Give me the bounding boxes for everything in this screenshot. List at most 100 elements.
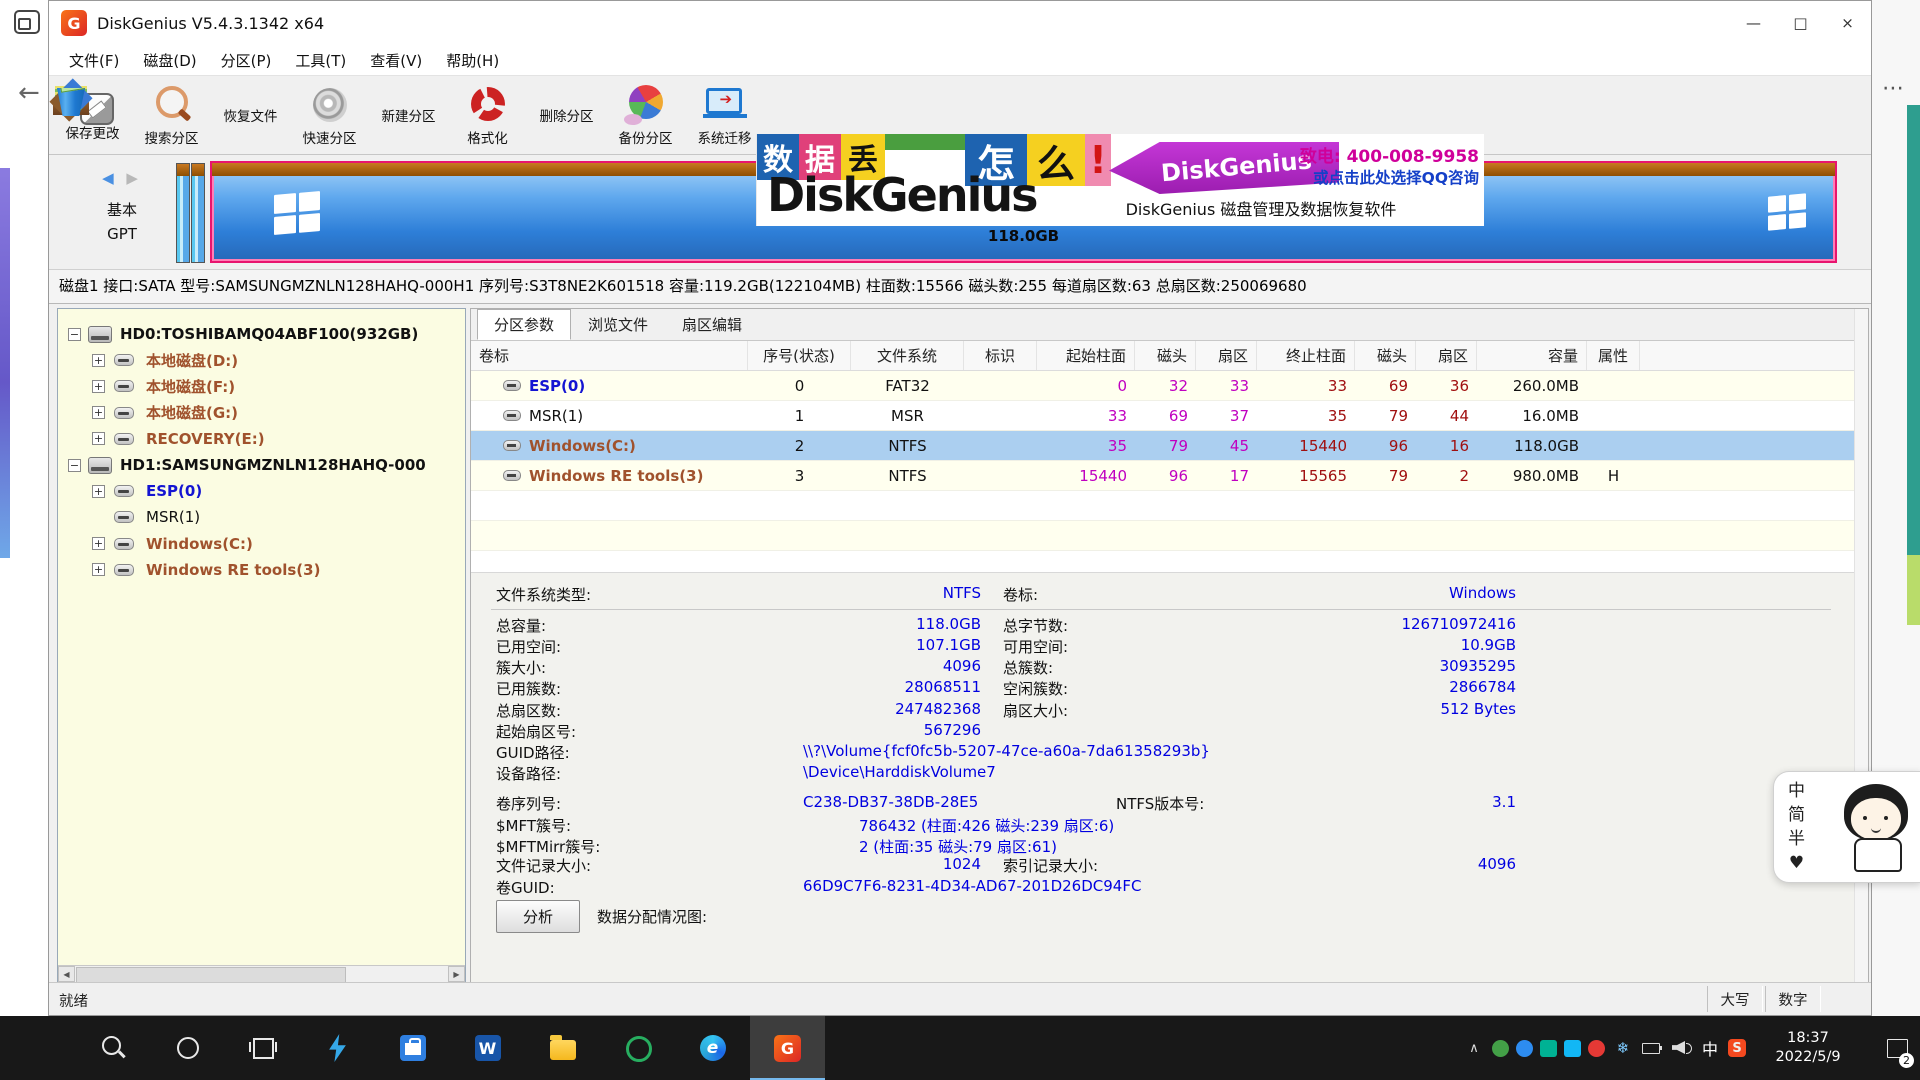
input-mode-icon[interactable]: 中 [1699,1037,1721,1059]
tree-item-HD1:SAMSUNGMZNLN128HAHQ-000[interactable]: −HD1:SAMSUNGMZNLN128HAHQ-000 [58,452,465,478]
toolbar-button-recover[interactable]: 恢复文件 [211,76,290,154]
tray-qq-icon[interactable] [1564,1040,1581,1057]
menu-item-1[interactable]: 磁盘(D) [131,47,208,74]
expand-icon[interactable]: + [92,432,105,445]
tree-item-HD0:TOSHIBAMQ04ABF100(932GB)[interactable]: −HD0:TOSHIBAMQ04ABF100(932GB) [58,321,465,347]
tray-snowflake-icon[interactable]: ❄ [1612,1037,1634,1059]
hidden-icons-chevron-icon[interactable]: ∧ [1463,1037,1485,1059]
toolbar-button-backup[interactable]: 备份分区 [606,76,685,154]
tab-扇区编辑[interactable]: 扇区编辑 [665,309,759,340]
minimize-button[interactable]: — [1730,1,1777,45]
ad-banner[interactable]: 数据丢怎么! DiskGenius DiskGenius 致电: 400-008… [756,134,1484,226]
column-header-扇区[interactable]: 扇区 [1416,341,1477,370]
tree-item-ESP(0)[interactable]: +ESP(0) [58,478,465,504]
partition-bar-esp[interactable] [176,163,190,263]
toolbar-button-migrate[interactable]: 系统迁移 [685,76,764,154]
notification-badge: 2 [1899,1053,1914,1068]
collapse-icon[interactable]: − [68,328,81,341]
window-restore-icon[interactable] [14,10,40,34]
taskbar-diskgenius[interactable]: G [750,1016,825,1080]
close-button[interactable]: × [1824,1,1871,45]
tray-green-icon[interactable] [1492,1040,1509,1057]
column-header-磁头[interactable]: 磁头 [1355,341,1416,370]
menu-item-0[interactable]: 文件(F) [57,47,131,74]
tree-horizontal-scrollbar[interactable]: ◀ ▶ [58,965,465,982]
menu-item-5[interactable]: 帮助(H) [434,47,511,74]
cell: NTFS [851,461,964,490]
tree-item-本地磁盘(F:)[interactable]: +本地磁盘(F:) [58,373,465,399]
scrollbar-thumb[interactable] [76,967,346,983]
disk-info-line: 磁盘1 接口:SATA 型号:SAMSUNGMZNLN128HAHQ-000H1… [49,270,1871,304]
scroll-right-icon[interactable]: ▶ [448,966,465,982]
disk-next-icon[interactable]: ▶ [126,169,142,187]
taskbar-file-explorer[interactable] [525,1016,600,1080]
column-header-文件系统[interactable]: 文件系统 [851,341,964,370]
taskbar-clock[interactable]: 18:37 2022/5/9 [1756,1029,1860,1067]
menu-item-2[interactable]: 分区(P) [209,47,284,74]
table-row-ESP(0)[interactable]: ESP(0)0FAT3203233336936260.0MB [471,371,1868,401]
column-header-标识[interactable]: 标识 [964,341,1037,370]
expand-icon[interactable]: + [92,354,105,367]
back-arrow-icon[interactable]: ← [18,78,40,108]
taskbar-edge[interactable]: e [675,1016,750,1080]
expand-icon[interactable]: + [92,380,105,393]
maximize-button[interactable]: □ [1777,1,1824,45]
analyze-button[interactable]: 分析 [496,900,580,933]
column-header-终止柱面[interactable]: 终止柱面 [1257,341,1355,370]
taskbar-word[interactable]: W [450,1016,525,1080]
tree-item-Windows(C:)[interactable]: +Windows(C:) [58,531,465,557]
table-row-Windows RE tools(3)[interactable]: Windows RE tools(3)3NTFS1544096171556579… [471,461,1868,491]
ad-qq-link[interactable]: 或点击此处选择QQ咨询 [1257,166,1479,188]
column-header-容量[interactable]: 容量 [1477,341,1587,370]
menu-item-4[interactable]: 查看(V) [358,47,434,74]
toolbar-button-search[interactable]: 搜索分区 [132,76,211,154]
tab-浏览文件[interactable]: 浏览文件 [571,309,665,340]
menu-item-3[interactable]: 工具(T) [283,47,358,74]
collapse-icon[interactable]: − [68,459,81,472]
battery-icon[interactable] [1641,1037,1663,1059]
tree-item-MSR(1)[interactable]: MSR(1) [58,504,465,530]
expand-icon[interactable]: + [92,485,105,498]
tree-item-本地磁盘(G:)[interactable]: +本地磁盘(G:) [58,400,465,426]
column-header-起始柱面[interactable]: 起始柱面 [1037,341,1135,370]
toolbar-button-quick[interactable]: 快速分区 [290,76,369,154]
tree-item-RECOVERY(E:)[interactable]: +RECOVERY(E:) [58,426,465,452]
partition-bar-msr[interactable] [191,163,205,263]
more-options-icon[interactable]: ⋯ [1882,76,1905,101]
tab-bar: 分区参数浏览文件扇区编辑 [471,309,1868,341]
table-row-Windows(C:)[interactable]: Windows(C:)2NTFS357945154409616118.0GB [471,431,1868,461]
tab-分区参数[interactable]: 分区参数 [477,309,571,340]
expand-icon[interactable]: + [92,563,105,576]
input-method-widget[interactable]: 中简半♥ [1773,771,1920,883]
taskbar-thunder[interactable] [300,1016,375,1080]
column-header-属性[interactable]: 属性 [1587,341,1640,370]
tray-teal-icon[interactable] [1540,1040,1557,1057]
column-header-卷标[interactable]: 卷标 [471,341,748,370]
column-header-磁头[interactable]: 磁头 [1135,341,1196,370]
disk-prev-icon[interactable]: ◀ [102,169,118,187]
taskbar-task-view[interactable] [225,1016,300,1080]
taskbar-cortana[interactable] [150,1016,225,1080]
speaker-icon[interactable] [1670,1037,1692,1059]
tray-red-icon[interactable] [1588,1040,1605,1057]
taskbar-start[interactable] [0,1016,75,1080]
titlebar[interactable]: G DiskGenius V5.4.3.1342 x64 — □ × [49,1,1871,45]
toolbar-button-new[interactable]: 新建分区 [369,76,448,154]
tree-item-Windows RE tools(3)[interactable]: +Windows RE tools(3) [58,557,465,583]
column-header-序号(状态)[interactable]: 序号(状态) [748,341,851,370]
table-row-MSR(1)[interactable]: MSR(1)1MSR33693735794416.0MB [471,401,1868,431]
action-center-button[interactable]: 2 [1874,1016,1920,1080]
toolbar-button-format[interactable]: 格式化 [448,76,527,154]
toolbar-button-delete[interactable]: 删除分区 [527,76,606,154]
taskbar-search[interactable] [75,1016,150,1080]
tray-blue-icon[interactable] [1516,1040,1533,1057]
expand-icon[interactable]: + [92,406,105,419]
taskbar-store[interactable] [375,1016,450,1080]
detail-label: 卷标: [1003,584,1038,605]
scroll-left-icon[interactable]: ◀ [58,966,75,982]
taskbar-green-browser[interactable] [600,1016,675,1080]
sogou-icon[interactable]: S [1728,1039,1746,1057]
tree-item-本地磁盘(D:)[interactable]: +本地磁盘(D:) [58,347,465,373]
column-header-扇区[interactable]: 扇区 [1196,341,1257,370]
expand-icon[interactable]: + [92,537,105,550]
